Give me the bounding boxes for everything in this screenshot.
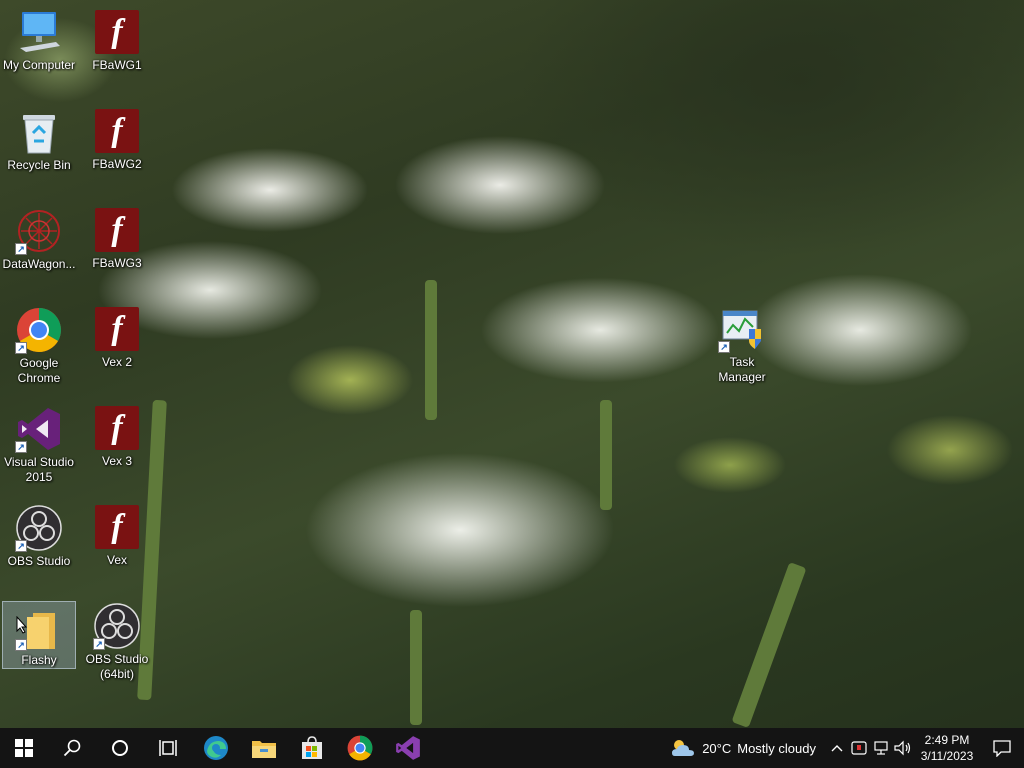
search-icon: [63, 739, 81, 757]
desktop-icon-label: FBaWG1: [92, 58, 142, 72]
cortana-button[interactable]: [96, 728, 144, 768]
desktop-icon-label: My Computer: [2, 58, 76, 72]
datawagon-icon: ↗: [15, 207, 63, 255]
chrome-icon: [347, 735, 373, 761]
clock-date: 3/11/2023: [920, 749, 974, 763]
system-tray: 20°C Mostly cloudy 2:49 PM 3/11/2023: [670, 728, 1024, 768]
flash-icon: f: [93, 503, 141, 551]
shortcut-arrow-icon: ↗: [15, 243, 27, 255]
taskbar-chrome[interactable]: [336, 728, 384, 768]
background-stem: [425, 280, 437, 420]
desktop-icon-vex-3[interactable]: f Vex 3: [80, 396, 154, 492]
action-center-button[interactable]: [980, 728, 1024, 768]
task-view-icon: [159, 740, 177, 756]
network-button[interactable]: [870, 728, 892, 768]
desktop-icon-label: DataWagon...: [2, 257, 76, 271]
background-stem: [731, 562, 807, 728]
volume-button[interactable]: [892, 728, 914, 768]
shortcut-arrow-icon: ↗: [15, 441, 27, 453]
shortcut-arrow-icon: ↗: [718, 341, 730, 353]
background-stem: [600, 400, 612, 510]
desktop-icon-label: Task Manager: [718, 355, 766, 384]
windows-start-icon: [15, 739, 33, 757]
desktop-icon-flashy[interactable]: ↗ Flashy: [2, 601, 76, 669]
shortcut-arrow-icon: ↗: [93, 638, 105, 650]
desktop-icon-label: Vex 3: [101, 454, 133, 468]
desktop-icon-label: FBaWG2: [92, 157, 142, 171]
desktop-icon-label: Recycle Bin: [7, 158, 71, 172]
file-explorer-icon: [252, 741, 276, 758]
obs-icon: ↗: [93, 602, 141, 650]
flash-icon: f: [93, 305, 141, 353]
cloudy-weather-icon: [672, 740, 695, 756]
flash-icon: f: [93, 404, 141, 452]
notification-icon: [993, 740, 1011, 757]
clock-button[interactable]: 2:49 PM 3/11/2023: [918, 732, 976, 764]
task-view-button[interactable]: [144, 728, 192, 768]
shortcut-arrow-icon: ↗: [15, 342, 27, 354]
edge-icon: [204, 736, 228, 760]
visual-studio-icon: ↗: [15, 405, 63, 453]
flash-icon: f: [93, 8, 141, 56]
desktop-icon-vex-2[interactable]: f Vex 2: [80, 297, 154, 393]
desktop-icon-label: Vex: [106, 553, 127, 567]
desktop-icon-visual-studio-2015[interactable]: ↗ Visual Studio 2015: [2, 397, 76, 493]
desktop-icon-obs-studio[interactable]: ↗ OBS Studio: [2, 496, 76, 592]
show-hidden-icons-button[interactable]: [826, 728, 848, 768]
desktop-icon-label: Flashy: [21, 653, 57, 667]
desktop-icon-google-chrome[interactable]: ↗ Google Chrome: [2, 298, 76, 394]
taskbar-edge[interactable]: [192, 728, 240, 768]
desktop-icon-label: Vex 2: [101, 355, 133, 369]
desktop-icon-label: OBS Studio: [7, 554, 71, 568]
clock-time: 2:49 PM: [924, 733, 970, 747]
desktop-icon-fbawg1[interactable]: f FBaWG1: [80, 0, 154, 96]
taskbar: 20°C Mostly cloudy 2:49 PM 3/11/2023: [0, 728, 1024, 768]
network-icon: [874, 741, 888, 755]
weather-temperature: 20°C: [702, 740, 732, 756]
desktop-icon-label: Google Chrome: [17, 356, 61, 385]
tray-app-button[interactable]: [848, 728, 870, 768]
background-stem: [410, 610, 422, 725]
desktop-icon-obs-studio-64bit[interactable]: ↗ OBS Studio (64bit): [80, 594, 154, 690]
desktop-icon-task-manager[interactable]: ↗ Task Manager: [704, 297, 780, 393]
taskbar-file-explorer[interactable]: [240, 728, 288, 768]
obs-icon: ↗: [15, 504, 63, 552]
search-button[interactable]: [48, 728, 96, 768]
desktop-icon-label: Visual Studio 2015: [4, 455, 74, 484]
taskbar-microsoft-store[interactable]: [288, 728, 336, 768]
desktop-icon-label: OBS Studio (64bit): [85, 652, 149, 681]
chrome-icon: ↗: [15, 306, 63, 354]
desktop-icon-datawagon[interactable]: ↗ DataWagon...: [2, 199, 76, 295]
desktop-icon-vex[interactable]: f Vex: [80, 495, 154, 591]
desktop-icon-my-computer[interactable]: My Computer: [2, 0, 76, 96]
desktop-icon-label: FBaWG3: [92, 256, 142, 270]
shortcut-arrow-icon: ↗: [15, 540, 27, 552]
tray-app-icon: [851, 741, 867, 755]
mouse-cursor-icon: [16, 616, 28, 634]
shortcut-arrow-icon: ↗: [15, 639, 27, 651]
microsoft-store-icon: [302, 736, 322, 759]
taskbar-visual-studio[interactable]: [384, 728, 432, 768]
recycle-bin-icon: [15, 108, 63, 156]
start-button[interactable]: [0, 728, 48, 768]
chevron-up-icon: [831, 745, 843, 752]
computer-icon: [15, 8, 63, 56]
task-manager-icon: ↗: [718, 305, 766, 353]
visual-studio-icon: [396, 736, 420, 760]
desktop-icon-fbawg3[interactable]: f FBaWG3: [80, 198, 154, 294]
weather-widget[interactable]: 20°C Mostly cloudy: [670, 737, 816, 759]
cortana-icon: [112, 740, 128, 756]
flash-icon: f: [93, 206, 141, 254]
desktop-icon-recycle-bin[interactable]: Recycle Bin: [2, 100, 76, 196]
volume-icon: [894, 740, 911, 756]
flash-icon: f: [93, 107, 141, 155]
desktop-icon-fbawg2[interactable]: f FBaWG2: [80, 99, 154, 195]
weather-condition: Mostly cloudy: [737, 740, 816, 756]
